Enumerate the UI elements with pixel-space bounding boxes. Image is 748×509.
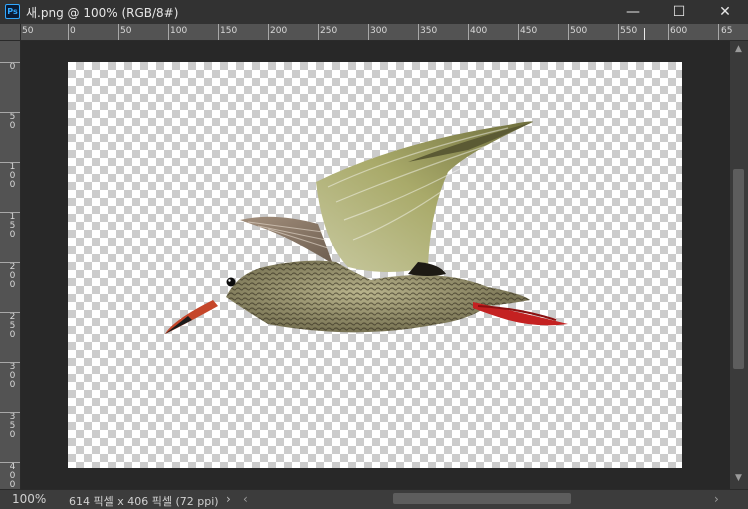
vertical-scroll-thumb[interactable] [733, 169, 744, 369]
ruler-tick [0, 112, 20, 113]
ruler-label: 150 [9, 212, 16, 240]
maximize-button[interactable]: ☐ [656, 0, 702, 24]
ruler-label: 0 [9, 62, 16, 72]
ruler-tick [668, 24, 669, 40]
ruler-tick [518, 24, 519, 40]
ruler-label: 200 [9, 262, 16, 290]
bird-image [165, 121, 568, 334]
ruler-tick [268, 24, 269, 40]
ruler-label: 200 [270, 26, 288, 36]
ruler-tick [568, 24, 569, 40]
ruler-tick [318, 24, 319, 40]
horizontal-scroll-thumb[interactable] [393, 493, 571, 504]
ruler-tick [0, 312, 20, 313]
minimize-button[interactable]: — [610, 0, 656, 24]
document-canvas[interactable] [68, 62, 682, 468]
ruler-tick [368, 24, 369, 40]
ruler-tick [0, 62, 20, 63]
ruler-label: 50 [120, 26, 132, 36]
ruler-label: 300 [370, 26, 388, 36]
canvas-workspace[interactable] [21, 41, 730, 489]
document-title: 새.png @ 100% (RGB/8#) [26, 6, 179, 20]
ruler-tick [0, 212, 20, 213]
ruler-label: 100 [170, 26, 188, 36]
ruler-label: 500 [570, 26, 588, 36]
ruler-label: 150 [220, 26, 238, 36]
ruler-label: 400 [9, 462, 16, 490]
ruler-tick [0, 262, 20, 263]
ruler-label: 400 [470, 26, 488, 36]
ruler-tick [618, 24, 619, 40]
ruler-label: 50 [22, 26, 34, 36]
status-expand-icon[interactable]: › [226, 492, 231, 506]
title-bar: Ps 새.png @ 100% (RGB/8#) — ☐ ✕ [0, 0, 748, 24]
vertical-scrollbar[interactable]: ▲ ▼ [730, 41, 748, 489]
ruler-label: 65 [721, 26, 733, 36]
ruler-tick [218, 24, 219, 40]
status-bar: 100% 614 픽셀 x 406 픽셀 (72 ppi) › ‹ › [0, 489, 748, 509]
ruler-tick [418, 24, 419, 40]
ruler-label: 450 [520, 26, 538, 36]
ruler-label: 550 [620, 26, 638, 36]
ruler-tick [68, 24, 69, 40]
ruler-cursor-marker [644, 28, 645, 40]
ruler-label: 350 [420, 26, 438, 36]
close-button[interactable]: ✕ [702, 0, 748, 24]
ruler-tick [718, 24, 719, 40]
photoshop-app-icon: Ps [5, 4, 20, 19]
scroll-right-arrow-icon[interactable]: › [714, 492, 719, 506]
ruler-label: 50 [9, 112, 16, 131]
scroll-left-arrow-icon[interactable]: ‹ [243, 492, 248, 506]
ruler-label: 350 [9, 412, 16, 440]
ruler-tick [468, 24, 469, 40]
ruler-tick [0, 462, 20, 463]
ruler-tick [0, 162, 20, 163]
horizontal-ruler[interactable]: 50 0 50 100 150 200 250 300 350 400 450 … [0, 24, 748, 41]
scroll-up-arrow-icon[interactable]: ▲ [735, 44, 742, 54]
vertical-ruler[interactable]: 0 50 100 150 200 250 300 350 400 [0, 41, 21, 489]
ruler-label: 600 [670, 26, 688, 36]
horizontal-scrollbar[interactable]: ‹ › [240, 490, 730, 508]
ruler-label: 0 [70, 26, 76, 36]
ruler-label: 250 [320, 26, 338, 36]
ruler-tick [0, 362, 20, 363]
ruler-label: 300 [9, 362, 16, 390]
document-info: 614 픽셀 x 406 픽셀 (72 ppi) [69, 495, 219, 508]
ruler-origin-corner[interactable] [0, 24, 21, 41]
zoom-level[interactable]: 100% [12, 492, 46, 506]
ruler-label: 100 [9, 162, 16, 190]
scroll-down-arrow-icon[interactable]: ▼ [735, 473, 742, 483]
ruler-tick [0, 412, 20, 413]
ruler-tick [118, 24, 119, 40]
ruler-tick [168, 24, 169, 40]
ruler-label: 250 [9, 312, 16, 340]
